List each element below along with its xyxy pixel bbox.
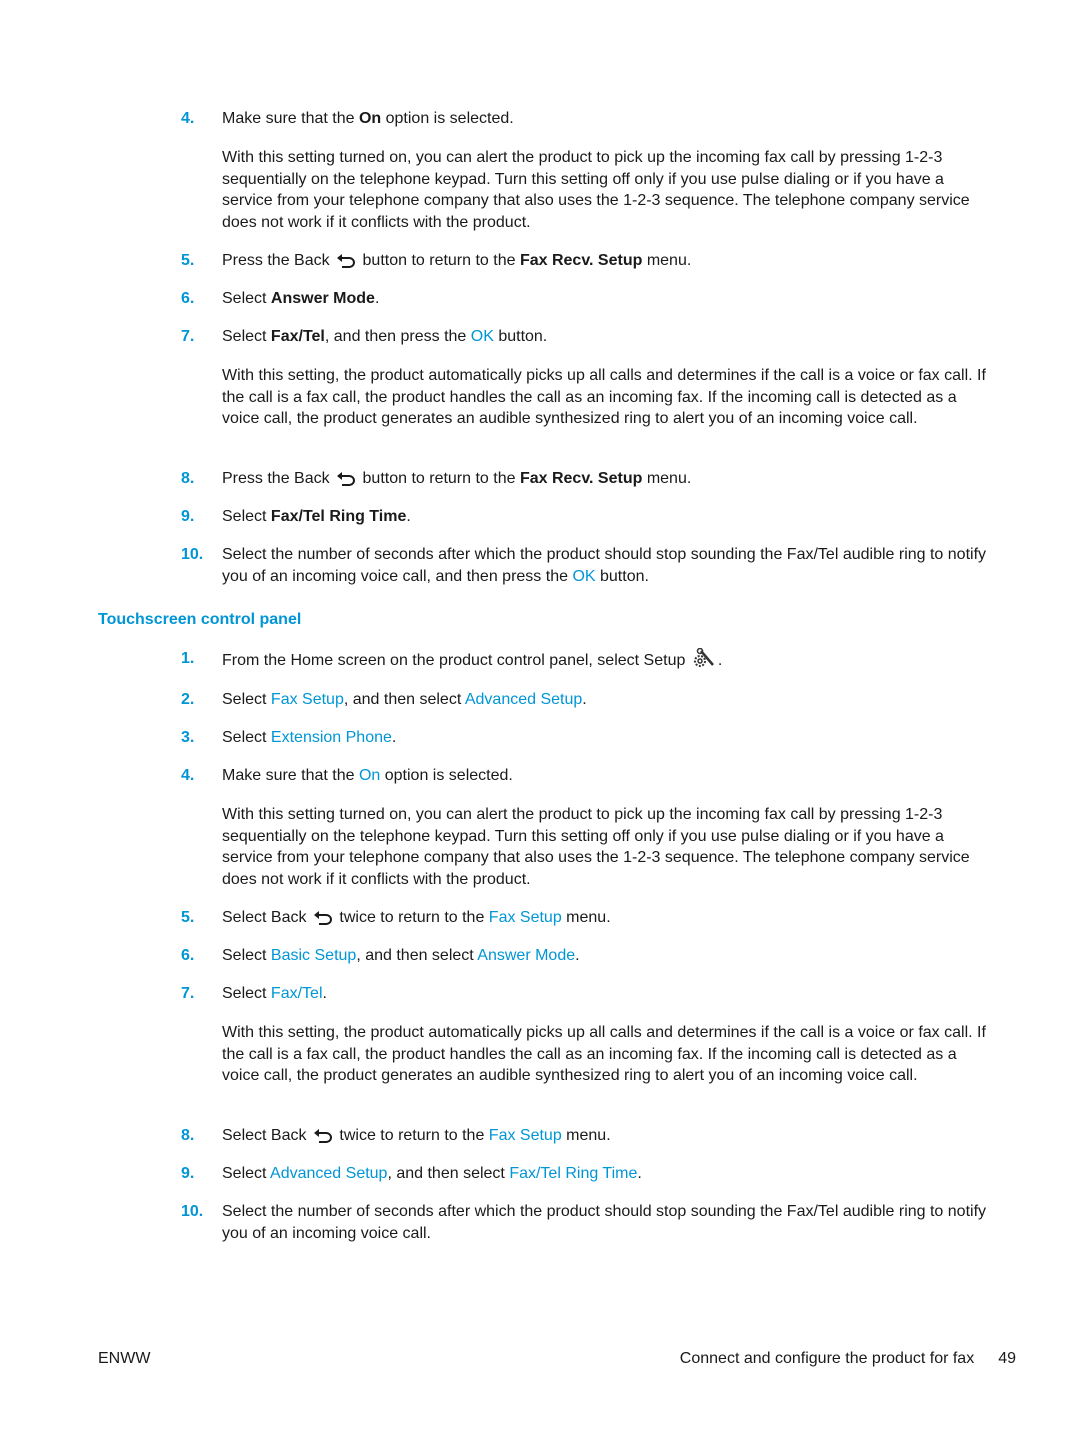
step-number: 8. [181,1127,195,1144]
step-number: 3. [181,729,195,746]
step-text: Select the number of seconds after which… [222,546,987,585]
step-number: 6. [181,947,195,964]
step-number: 8. [181,470,195,487]
step-text: Select Back twice to return to the Fax S… [222,1127,611,1144]
step-number: 4. [181,767,195,784]
footer-chapter: Connect and configure the product for fa… [680,1350,1016,1368]
back-arrow-icon [313,1129,332,1143]
step-4-description: With this setting turned on, you can ale… [222,806,970,889]
step-text: Select Advanced Setup, and then select F… [222,1165,642,1182]
step-number: 9. [181,508,195,525]
setup-wrench-gear-icon [693,648,714,667]
step-text: Make sure that the On option is selected… [222,767,513,784]
step-4-description: With this setting turned on, you can ale… [222,149,970,232]
step-number: 1. [181,650,195,667]
step-number: 7. [181,985,195,1002]
step-text: Select Fax/Tel, and then press the OK bu… [222,328,548,345]
section-heading: Touchscreen control panel [98,611,302,628]
step-number: 10. [181,546,204,563]
step-text: Select Fax/Tel Ring Time. [222,508,411,525]
step-number: 7. [181,328,195,345]
step-text: Select Fax/Tel. [222,985,327,1002]
step-text: Press the Back button to return to the F… [222,252,692,269]
step-number: 4. [181,110,195,127]
step-number: 6. [181,290,195,307]
step-text: Select the number of seconds after which… [222,1203,987,1242]
step-text: From the Home screen on the product cont… [222,648,1002,672]
step-number: 5. [181,252,195,269]
step-text: Select Extension Phone. [222,729,397,746]
page-number: 49 [998,1350,1016,1367]
step-text: Select Basic Setup, and then select Answ… [222,947,580,964]
step-7-description: With this setting, the product automatic… [222,1024,986,1085]
step-7-description: With this setting, the product automatic… [222,367,986,428]
step-number: 10. [181,1203,204,1220]
ok-link: OK [470,328,494,345]
step-text: Make sure that the On option is selected… [222,110,514,127]
document-page: 4. Make sure that the On option is selec… [0,0,1080,1437]
step-text: Select Fax Setup, and then select Advanc… [222,691,587,708]
step-number: 9. [181,1165,195,1182]
step-text: Select Back twice to return to the Fax S… [222,909,611,926]
footer-locale-code: ENWW [98,1350,151,1367]
back-arrow-icon [337,254,355,268]
step-number: 2. [181,691,195,708]
step-text: Select Answer Mode. [222,290,380,307]
step-text: Press the Back button to return to the F… [222,470,692,487]
back-arrow-icon [313,911,332,925]
back-arrow-icon [337,472,355,486]
step-number: 5. [181,909,195,926]
footer-chapter-title: Connect and configure the product for fa… [679,1350,975,1367]
